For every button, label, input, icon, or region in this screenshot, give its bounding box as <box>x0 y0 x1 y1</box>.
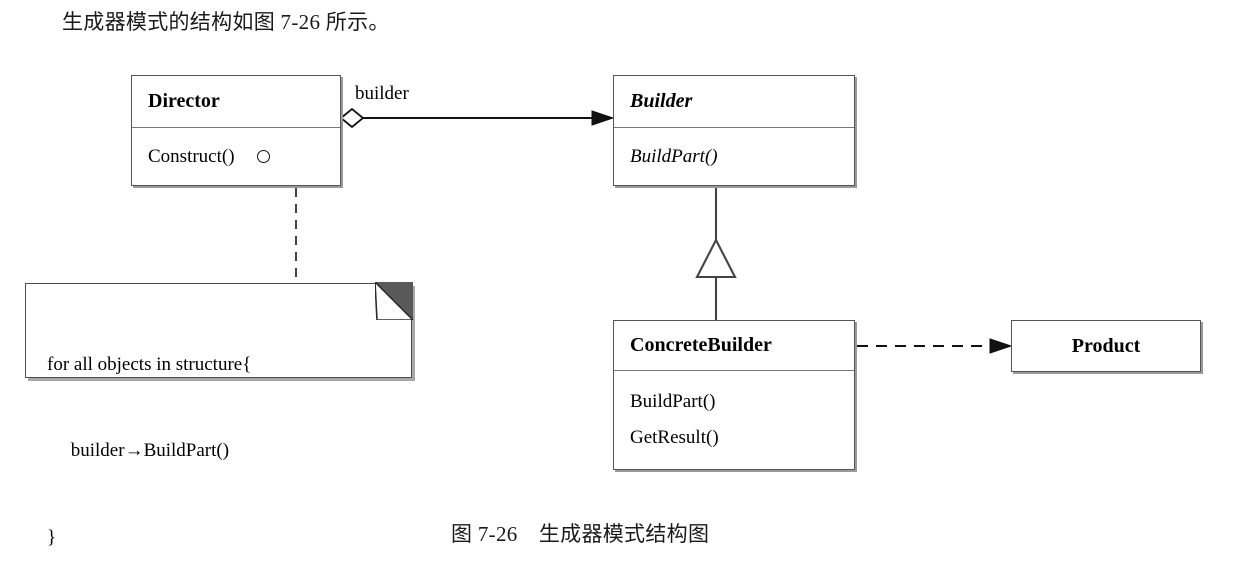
solid-arrow-icon <box>989 338 1013 354</box>
dependency-connector-concretebuilder-product <box>857 338 1013 354</box>
concretebuilder-class-name: ConcreteBuilder <box>630 334 772 356</box>
director-members-compartment: Construct() <box>132 128 340 185</box>
note-anchor-circle-icon <box>256 149 270 163</box>
concretebuilder-members-compartment: BuildPart() GetResult() <box>614 371 854 469</box>
uml-note-director-construct[interactable]: for all objects in structure{ builder→Bu… <box>25 282 413 548</box>
product-name-compartment: Product <box>1012 321 1200 371</box>
concretebuilder-member-buildpart: BuildPart() <box>630 391 716 413</box>
note-line-2: builder→BuildPart() <box>47 440 230 462</box>
note-line-1: for all objects in structure{ <box>47 353 252 375</box>
solid-arrow-icon <box>591 110 615 126</box>
builder-members-compartment: BuildPart() <box>614 128 854 185</box>
intro-caption: 生成器模式的结构如图 7-26 所示。 <box>62 10 390 34</box>
note-line-3: } <box>47 527 57 548</box>
uml-class-director[interactable]: Director Construct() <box>131 75 341 186</box>
aggregation-connector-director-builder <box>339 107 615 129</box>
concretebuilder-member-getresult: GetResult() <box>630 427 719 448</box>
uml-class-concretebuilder[interactable]: ConcreteBuilder BuildPart() GetResult() <box>613 320 855 470</box>
director-name-compartment: Director <box>132 76 340 128</box>
generalization-connector-concretebuilder-builder <box>695 186 737 320</box>
association-role-label-builder: builder <box>355 83 409 104</box>
builder-class-name: Builder <box>630 90 693 112</box>
uml-class-builder[interactable]: Builder BuildPart() <box>613 75 855 186</box>
uml-class-product[interactable]: Product <box>1011 320 1201 372</box>
figure-page: 生成器模式的结构如图 7-26 所示。 图 7-26 生成器模式结构图 buil… <box>0 0 1242 574</box>
hollow-diamond-icon <box>339 107 365 129</box>
concretebuilder-name-compartment: ConcreteBuilder <box>614 321 854 371</box>
product-class-name: Product <box>1071 334 1141 357</box>
director-class-name: Director <box>148 90 220 112</box>
builder-member-buildpart: BuildPart() <box>630 145 718 167</box>
note-text-block: for all objects in structure{ builder→Bu… <box>47 293 251 574</box>
note-folded-corner-icon <box>374 282 413 321</box>
figure-caption: 图 7-26 生成器模式结构图 <box>451 522 710 546</box>
builder-name-compartment: Builder <box>614 76 854 128</box>
hollow-triangle-icon <box>695 237 737 279</box>
director-construct-row: Construct() <box>148 143 270 171</box>
director-member-construct: Construct() <box>148 145 235 167</box>
